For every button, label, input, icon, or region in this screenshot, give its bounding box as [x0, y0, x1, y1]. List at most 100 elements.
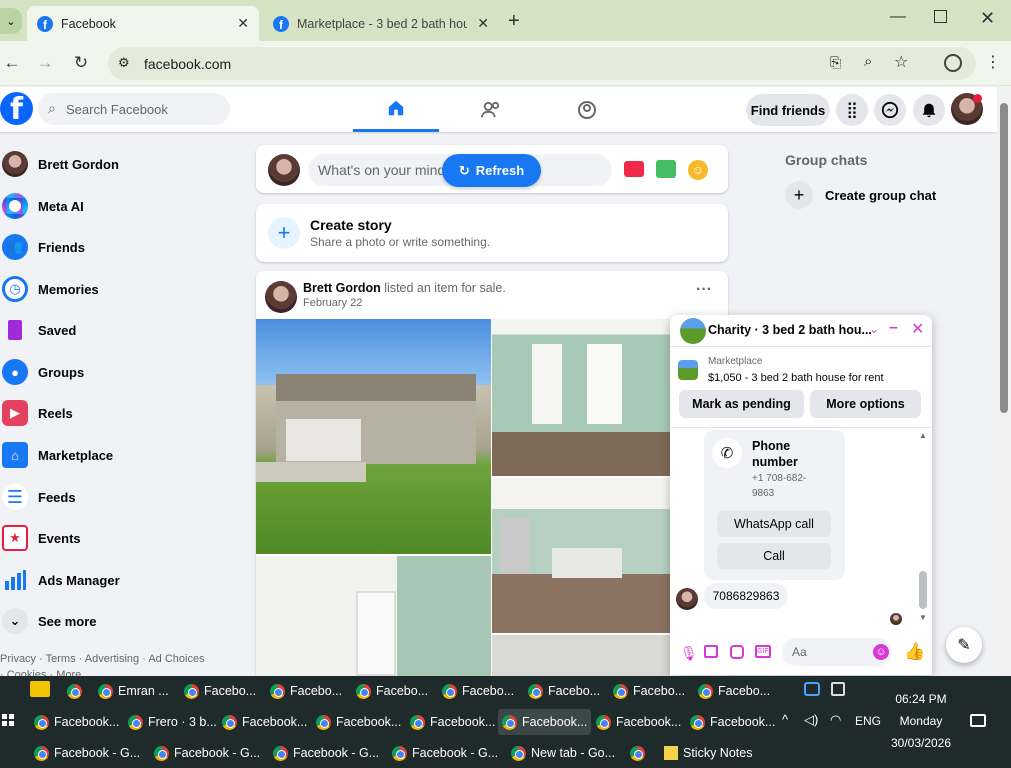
bookmark-star-icon[interactable]: ☆	[894, 52, 908, 72]
sidebar-item-reels[interactable]: ▶ Reels	[0, 393, 250, 433]
chevron-down-icon[interactable]: ⌄	[869, 322, 879, 336]
nav-groups[interactable]	[544, 87, 630, 132]
volume-icon[interactable]: ◁)	[804, 712, 818, 728]
sticker-icon[interactable]	[730, 645, 744, 659]
taskbar-item[interactable]: Frero · 3 b...	[124, 709, 221, 735]
tray-chevron-up-icon[interactable]: ^	[782, 712, 788, 727]
thumbs-up-icon[interactable]: 👍	[904, 642, 925, 662]
post-author[interactable]: Brett Gordon	[303, 281, 381, 295]
photo-video-icon[interactable]	[656, 160, 676, 178]
microphone-icon[interactable]: 🎙	[680, 645, 698, 662]
new-message-button[interactable]: ✎	[946, 627, 982, 663]
taskbar-item[interactable]: Facebook...	[312, 709, 405, 735]
taskbar-item[interactable]: Facebo...	[609, 678, 689, 704]
wifi-icon[interactable]: ◠	[830, 712, 841, 728]
taskbar-item[interactable]: Facebo...	[524, 678, 604, 704]
taskbar-item[interactable]: Facebo...	[352, 678, 432, 704]
tab-marketplace[interactable]: f Marketplace - 3 bed 2 bath hou ✕	[263, 6, 499, 41]
taskbar-item[interactable]: Facebook - G...	[269, 740, 383, 766]
windows-start-icon[interactable]	[2, 714, 14, 726]
tab-search-icon[interactable]: ⌄	[0, 8, 22, 34]
forward-icon[interactable]: →	[33, 51, 57, 75]
refresh-button[interactable]: ↻ Refresh	[442, 154, 541, 187]
kitchen-photo[interactable]	[492, 478, 670, 633]
onedrive-icon[interactable]	[804, 682, 820, 696]
more-options-button[interactable]: More options	[810, 390, 921, 418]
footer-links[interactable]: Privacy · Terms · Advertising · Ad Choic…	[0, 653, 205, 665]
taskbar-item[interactable]: Facebook...	[686, 709, 779, 735]
house-exterior-photo[interactable]	[256, 319, 491, 554]
taskbar-item[interactable]	[626, 740, 649, 766]
sidebar-item-see-more[interactable]: ⌄ See more	[0, 601, 250, 641]
taskbar-item[interactable]: Facebo...	[694, 678, 774, 704]
maximize-icon[interactable]	[934, 10, 947, 23]
scroll-up-icon[interactable]: ▲	[919, 431, 927, 440]
messenger-button[interactable]	[874, 94, 906, 126]
new-tab-icon[interactable]: +	[508, 10, 520, 33]
taskbar-item[interactable]: Facebo...	[438, 678, 518, 704]
taskbar-item[interactable]: Facebook...	[30, 709, 123, 735]
mark-as-pending-button[interactable]: Mark as pending	[679, 390, 804, 418]
emoji-icon[interactable]: ☺	[873, 644, 889, 660]
taskbar-item[interactable]: New tab - Go...	[507, 740, 619, 766]
sidebar-item-ads-manager[interactable]: Ads Manager	[0, 560, 250, 600]
sidebar-item-marketplace[interactable]: ⌂ Marketplace	[0, 435, 250, 475]
image-icon[interactable]	[704, 645, 718, 658]
interior-photo-1[interactable]	[492, 319, 670, 476]
close-window-icon[interactable]: ✕	[980, 8, 995, 29]
sidebar-item-groups[interactable]: ● Groups	[0, 352, 250, 392]
clock-day[interactable]: Monday	[882, 714, 960, 728]
taskbar-item[interactable]: Facebo...	[180, 678, 260, 704]
taskbar-item[interactable]: Emran ...	[94, 678, 173, 704]
post-date[interactable]: February 22	[303, 297, 362, 309]
profile-icon[interactable]	[944, 54, 962, 72]
page-scrollbar-track[interactable]	[997, 87, 1011, 676]
listing-text[interactable]: $1,050 - 3 bed 2 bath house for rent	[708, 372, 884, 384]
call-button[interactable]: Call	[717, 543, 831, 569]
language-indicator[interactable]: ENG	[855, 714, 881, 728]
sidebar-item-saved[interactable]: Saved	[0, 310, 250, 350]
install-app-icon[interactable]: ⎘	[830, 54, 841, 71]
message-bubble[interactable]: 7086829863	[704, 583, 788, 609]
menu-grid-button[interactable]: ⣿	[836, 94, 868, 126]
sidebar-item-profile[interactable]: Brett Gordon	[0, 144, 250, 184]
sidebar-item-memories[interactable]: ◷ Memories	[0, 269, 250, 309]
interior-photo-3[interactable]	[492, 635, 670, 676]
sidebar-item-feeds[interactable]: ☰ Feeds	[0, 477, 250, 517]
notifications-button[interactable]	[913, 94, 945, 126]
taskbar-item-active[interactable]: Facebook...	[498, 709, 592, 735]
taskbar-item[interactable]: Facebook - G...	[150, 740, 264, 766]
notifications-center-icon[interactable]	[970, 714, 986, 727]
taskbar-item-sticky-notes[interactable]: Sticky Notes	[660, 740, 756, 766]
close-chat-icon[interactable]: ✕	[911, 319, 924, 339]
nav-friends[interactable]	[448, 87, 534, 132]
live-video-icon[interactable]	[624, 161, 644, 177]
zoom-icon[interactable]: ⌕	[864, 53, 872, 70]
facebook-logo-icon[interactable]: f	[0, 92, 33, 125]
interior-photo-2[interactable]	[256, 556, 491, 676]
reload-icon[interactable]: ↻	[69, 51, 93, 75]
create-story-card[interactable]: + Create story Share a photo or write so…	[256, 204, 728, 262]
nav-home[interactable]	[353, 87, 439, 132]
file-explorer-icon[interactable]	[30, 681, 50, 697]
close-tab-icon[interactable]: ✕	[237, 15, 249, 32]
avatar[interactable]	[265, 281, 297, 313]
taskbar-item[interactable]: Facebook...	[592, 709, 685, 735]
sidebar-item-friends[interactable]: 👥 Friends	[0, 227, 250, 267]
clock-time[interactable]: 06:24 PM	[882, 692, 960, 706]
footer-links-more[interactable]: · Cookies · More	[0, 668, 120, 676]
sidebar-item-events[interactable]: ★ Events	[0, 518, 250, 558]
whatsapp-call-button[interactable]: WhatsApp call	[717, 511, 831, 537]
taskbar-item[interactable]: Facebook - G...	[388, 740, 502, 766]
minimize-icon[interactable]: —	[890, 8, 906, 26]
search-input[interactable]: ⌕ Search Facebook	[38, 93, 230, 125]
back-icon[interactable]: ←	[0, 51, 24, 75]
gif-icon[interactable]: GIF	[755, 645, 771, 658]
clock-date[interactable]: 30/03/2026	[882, 736, 960, 750]
menu-dots-icon[interactable]: ⋮	[985, 52, 1001, 72]
taskbar-item[interactable]: Facebook...	[406, 709, 499, 735]
site-settings-icon[interactable]: ⚙	[118, 55, 130, 71]
taskbar-chrome[interactable]	[63, 678, 86, 704]
chat-scrollbar[interactable]	[919, 571, 927, 609]
taskbar-item[interactable]: Facebook...	[218, 709, 311, 735]
